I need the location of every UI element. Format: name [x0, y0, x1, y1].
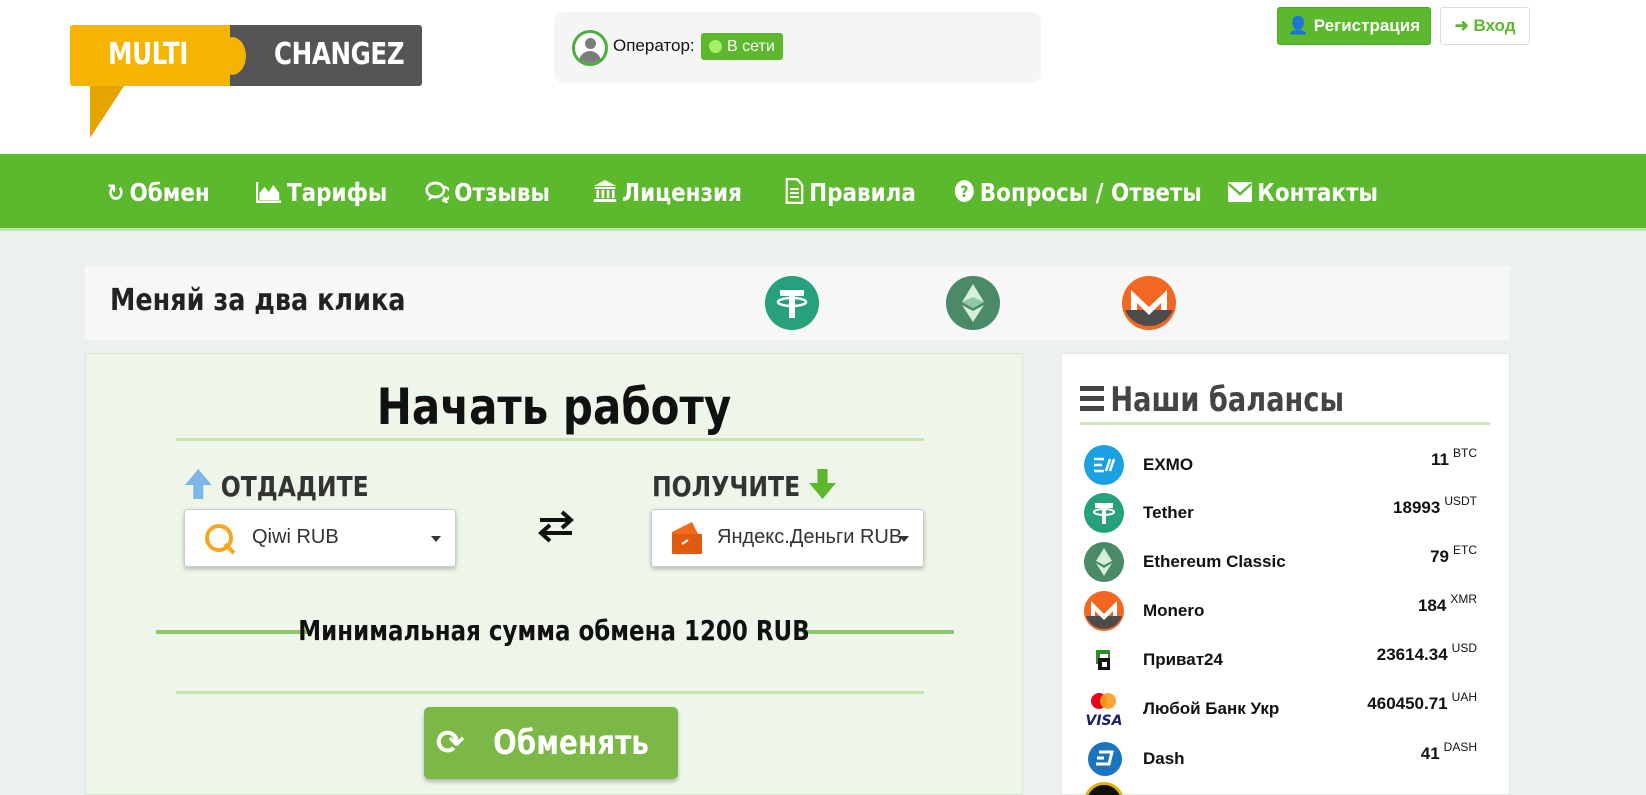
- mastercard-visa-icon: VISA: [1084, 689, 1124, 729]
- minimum-amount-text: Минимальная сумма обмена 1200 RUB: [298, 614, 810, 647]
- register-button[interactable]: 👤 Регистрация: [1277, 7, 1431, 45]
- qiwi-icon: [203, 522, 237, 562]
- nav-item-reviews[interactable]: Отзывы: [425, 154, 550, 231]
- nav-item-exchange[interactable]: ↻ Обмен: [107, 154, 210, 231]
- nav-item-rates[interactable]: Тарифы: [255, 154, 387, 232]
- get-currency-select[interactable]: Яндекс.Деньги RUB: [651, 509, 924, 567]
- give-currency-select[interactable]: Qiwi RUB: [184, 509, 456, 567]
- balance-name: Monero: [1143, 601, 1205, 620]
- list-icon: [1080, 385, 1104, 412]
- svg-text:VISA: VISA: [1086, 713, 1123, 729]
- give-currency-value: Qiwi RUB: [252, 526, 339, 548]
- balance-name: Ethereum Classic: [1143, 552, 1286, 571]
- nav-item-rules[interactable]: Правила: [785, 154, 916, 231]
- ethereum-classic-icon[interactable]: [946, 276, 1000, 330]
- tether-icon[interactable]: [765, 276, 819, 330]
- refresh-icon: ⟳: [435, 723, 465, 763]
- balances-title: Наши балансы: [1080, 380, 1344, 420]
- divider: [176, 691, 924, 694]
- swap-direction-icon[interactable]: [536, 506, 576, 546]
- balance-amount: 23614.34 USD: [1376, 641, 1477, 664]
- logo-word-multi: MULTI: [108, 37, 188, 72]
- balance-row: Tether 18993 USDT: [1062, 488, 1511, 537]
- tagline-text: Меняй за два клика: [110, 283, 406, 318]
- operator-status-box: Оператор: В сети: [554, 12, 1041, 83]
- balance-row: Приват24 23614.34 USD: [1062, 635, 1511, 684]
- site-header: MULTI CHANGEZ Оператор: В сети 👤 Регистр…: [0, 0, 1646, 154]
- balance-amount: 460450.71 UAH: [1367, 690, 1477, 713]
- envelope-icon: [1228, 155, 1253, 232]
- question-circle-icon: ?: [954, 155, 975, 232]
- balance-name: EXMO: [1143, 455, 1194, 474]
- exchange-button[interactable]: ⟳ Обменять: [424, 707, 678, 779]
- chevron-down-icon: [899, 536, 909, 542]
- balance-row: EXMO 11 BTC: [1062, 440, 1511, 489]
- exchange-card: Начать работу ОТДАДИТЕ ПОЛУЧИТЕ Qiwi RUB…: [85, 353, 1023, 795]
- monero-icon[interactable]: [1122, 276, 1176, 330]
- area-chart-icon: [255, 155, 282, 232]
- get-currency-value: Яндекс.Деньги RUB: [717, 526, 903, 548]
- divider: [176, 438, 924, 441]
- balances-card: Наши балансы EXMO 11 BTC Tether 18993 USDT…: [1061, 353, 1510, 795]
- online-dot-icon: [709, 40, 722, 53]
- refresh-icon: ↻: [107, 179, 125, 207]
- tether-icon: [1084, 493, 1124, 533]
- bank-icon: [593, 155, 617, 232]
- privat24-icon: [1084, 640, 1124, 680]
- balance-name: Tether: [1143, 503, 1194, 522]
- balance-row: Ethereum Classic 79 ETC: [1062, 537, 1511, 586]
- login-label: Вход: [1473, 16, 1516, 35]
- user-icon: 👤: [1287, 16, 1310, 35]
- monero-icon: [1084, 591, 1124, 631]
- login-button[interactable]: ➜ Вход: [1440, 7, 1530, 45]
- exchange-title: Начать работу: [376, 378, 732, 436]
- ethereum-classic-icon: [1084, 542, 1124, 582]
- operator-label: Оператор:: [613, 36, 695, 55]
- balance-amount: 79 ETC: [1430, 543, 1477, 566]
- main-navigation: ↻ Обмен Тарифы Отзывы Лицензия Правила ? …: [0, 154, 1646, 231]
- balance-row: VISA Любой Банк Укр 460450.71 UAH: [1062, 684, 1511, 733]
- arrow-down-icon: [808, 469, 837, 503]
- balance-amount: 41 DASH: [1420, 740, 1477, 763]
- tagline-bar: Меняй за два клика: [85, 266, 1510, 340]
- comments-icon: [425, 155, 452, 232]
- chevron-down-icon: [431, 536, 441, 542]
- balance-amount: 18993 USDT: [1393, 494, 1477, 517]
- operator-online-badge: В сети: [701, 33, 783, 60]
- balance-name: Dash: [1143, 749, 1185, 768]
- exmo-icon: [1084, 445, 1124, 485]
- nav-item-license[interactable]: Лицензия: [593, 154, 742, 231]
- site-logo[interactable]: MULTI CHANGEZ: [70, 25, 422, 140]
- balance-amount: 11 BTC: [1431, 446, 1477, 469]
- logo-word-changez: CHANGEZ: [274, 37, 405, 72]
- yandex-money-icon: [668, 520, 706, 564]
- balance-name: Приват24: [1143, 650, 1223, 669]
- operator-avatar-icon: [572, 30, 608, 66]
- svg-text:?: ?: [960, 182, 968, 201]
- dash-icon: [1088, 742, 1122, 776]
- nav-item-faq[interactable]: ? Вопросы / Ответы: [954, 154, 1202, 231]
- balance-row: Dash 41 DASH: [1062, 734, 1511, 783]
- register-label: Регистрация: [1313, 16, 1421, 35]
- balance-name: Любой Банк Укр: [1143, 699, 1280, 718]
- get-heading: ПОЛУЧИТЕ: [652, 468, 837, 503]
- give-heading: ОТДАДИТЕ: [184, 468, 369, 503]
- sign-in-icon: ➜: [1454, 16, 1469, 35]
- document-icon: [785, 155, 804, 232]
- divider: [1080, 422, 1490, 425]
- balance-row: Monero 184 XMR: [1062, 586, 1511, 635]
- nav-item-contacts[interactable]: Контакты: [1228, 154, 1378, 231]
- coin-icon: [1084, 782, 1124, 795]
- arrow-up-icon: [184, 469, 213, 503]
- operator-status-text: В сети: [727, 38, 775, 55]
- balance-amount: 184 XMR: [1417, 592, 1477, 615]
